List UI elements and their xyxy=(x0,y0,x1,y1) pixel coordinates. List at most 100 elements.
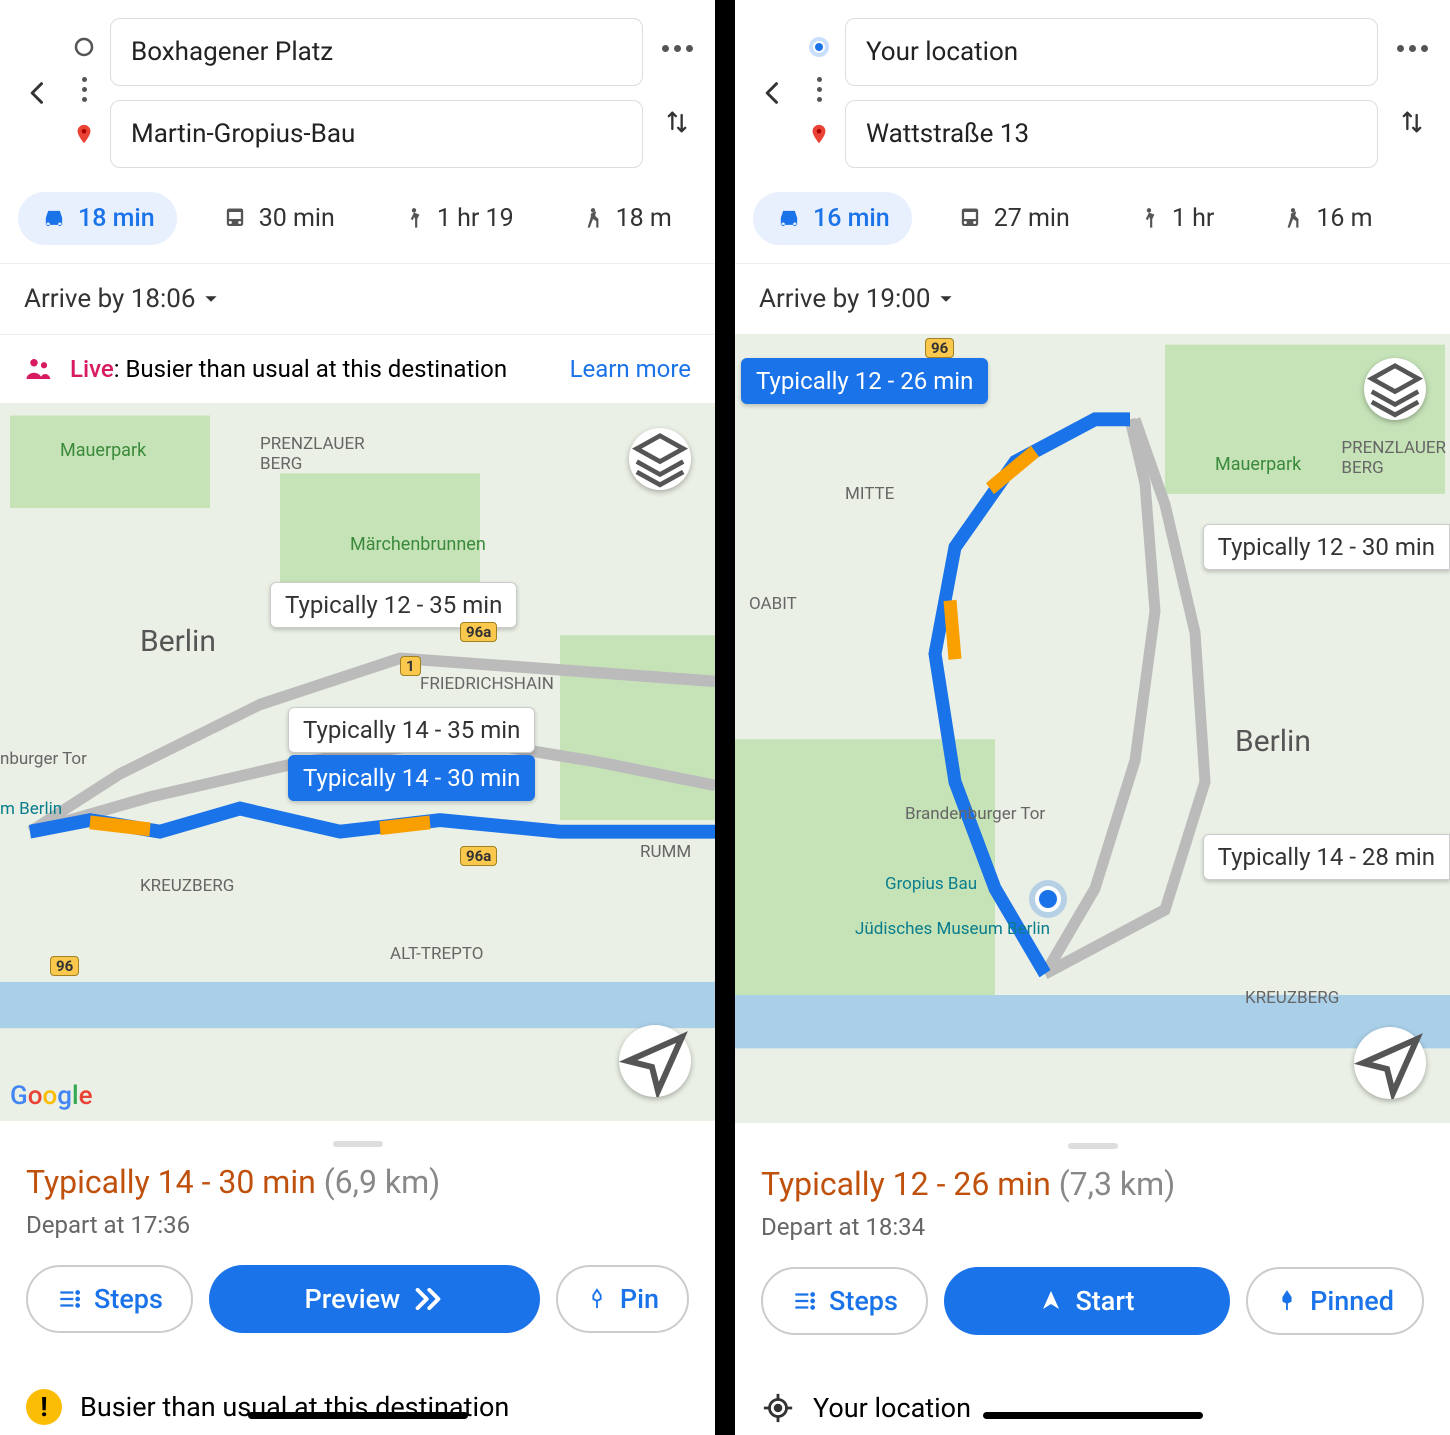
map-label-gropius: Gropius Bau xyxy=(885,874,977,894)
summary-distance: (6,9 km) xyxy=(324,1163,441,1201)
start-button[interactable]: Start xyxy=(944,1267,1230,1335)
map-label-tor: nburger Tor xyxy=(0,749,87,769)
map-label-mauerpark: Mauerpark xyxy=(60,440,146,461)
route-bubble-primary[interactable]: Typically 12 - 26 min xyxy=(741,358,988,404)
current-location-dot xyxy=(1035,886,1061,912)
mode-taxi[interactable]: 16 m xyxy=(1258,192,1394,245)
map-label-mitte: MITTE xyxy=(845,484,894,504)
recenter-button[interactable] xyxy=(1354,1027,1426,1099)
swap-button[interactable] xyxy=(657,102,697,142)
destination-field[interactable]: Wattstraße 13 xyxy=(845,100,1378,168)
map-layers-button[interactable] xyxy=(1364,358,1426,420)
bottom-info-row: Your location xyxy=(735,1365,1450,1435)
mode-taxi[interactable]: 18 m xyxy=(558,192,694,245)
back-button[interactable] xyxy=(18,73,58,113)
mode-transit-time: 30 min xyxy=(259,204,335,233)
road-badge: 96a xyxy=(460,622,497,642)
preview-label: Preview xyxy=(305,1283,401,1315)
warning-icon: ! xyxy=(26,1389,62,1425)
google-logo: Google xyxy=(10,1081,93,1111)
map-canvas[interactable]: Typically 12 - 26 min Typically 12 - 30 … xyxy=(735,334,1450,1123)
mode-car-time: 16 min xyxy=(813,204,890,233)
more-menu-button[interactable] xyxy=(1392,45,1432,52)
destination-pin-icon xyxy=(73,120,95,152)
pin-button[interactable]: Pin xyxy=(556,1265,689,1333)
steps-label: Steps xyxy=(829,1285,898,1317)
destination-field[interactable]: Martin-Gropius-Bau xyxy=(110,100,643,168)
road-badge: 1 xyxy=(400,656,421,676)
live-label: Live xyxy=(70,355,114,383)
crosshair-icon xyxy=(761,1391,795,1425)
map-label-mauerpark: Mauerpark xyxy=(1215,454,1301,475)
start-label: Start xyxy=(1075,1285,1134,1317)
live-busyness-banner: Live: Busier than usual at this destinat… xyxy=(0,334,715,404)
back-button[interactable] xyxy=(753,73,793,113)
map-label-mberlin: m Berlin xyxy=(0,799,62,819)
mode-taxi-time: 18 m xyxy=(616,204,672,233)
map-label-alttrepto: ALT-TREPTO xyxy=(390,944,484,964)
pinned-label: Pinned xyxy=(1310,1285,1394,1317)
map-label-oabit: OABIT xyxy=(749,594,797,614)
route-waypoint-dots-icon xyxy=(82,69,87,110)
more-menu-button[interactable] xyxy=(657,45,697,52)
left-screenshot: Boxhagener Platz Martin-Gropius-Bau 18 m… xyxy=(0,0,715,1435)
travel-mode-tabs: 16 min 27 min 1 hr 16 m xyxy=(735,168,1450,264)
map-label-kreuzberg: KREUZBERG xyxy=(140,876,234,896)
origin-location-icon xyxy=(807,35,831,59)
mode-car[interactable]: 16 min xyxy=(753,192,912,245)
road-badge: 96 xyxy=(50,956,79,976)
arrive-by-selector[interactable]: Arrive by 19:00 xyxy=(735,264,1450,334)
mode-transit[interactable]: 30 min xyxy=(199,192,357,245)
bottom-location-text: Your location xyxy=(813,1392,971,1424)
mode-car-time: 18 min xyxy=(78,204,155,233)
mode-taxi-time: 16 m xyxy=(1316,204,1372,233)
map-layers-button[interactable] xyxy=(629,428,691,490)
learn-more-link[interactable]: Learn more xyxy=(570,355,691,383)
crowd-icon xyxy=(24,354,54,384)
route-bubble-primary[interactable]: Typically 14 - 30 min xyxy=(288,755,535,801)
recenter-button[interactable] xyxy=(619,1025,691,1097)
pinned-button[interactable]: Pinned xyxy=(1246,1267,1424,1335)
summary-duration: Typically 14 - 30 min xyxy=(26,1163,316,1201)
origin-field[interactable]: Boxhagener Platz xyxy=(110,18,643,86)
mode-walk[interactable]: 1 hr xyxy=(1114,192,1237,245)
swap-button[interactable] xyxy=(1392,102,1432,142)
map-label-judisches: Jüdisches Museum Berlin xyxy=(855,919,1050,939)
steps-button[interactable]: Steps xyxy=(761,1267,928,1335)
map-label-kreuzberg: KREUZBERG xyxy=(1245,988,1339,1008)
map-label-marchen: Märchenbrunnen xyxy=(350,534,486,555)
route-bubble-alt2[interactable]: Typically 14 - 28 min xyxy=(1203,834,1450,880)
map-city-label: Berlin xyxy=(140,624,216,659)
mode-transit[interactable]: 27 min xyxy=(934,192,1092,245)
map-city-label: Berlin xyxy=(1235,724,1311,759)
arrive-by-text: Arrive by 18:06 xyxy=(24,284,196,314)
steps-button[interactable]: Steps xyxy=(26,1265,193,1333)
home-indicator xyxy=(248,1412,468,1419)
route-bottom-sheet[interactable]: Typically 12 - 26 min (7,3 km) Depart at… xyxy=(735,1123,1450,1365)
preview-button[interactable]: Preview xyxy=(209,1265,540,1333)
arrive-by-selector[interactable]: Arrive by 18:06 xyxy=(0,264,715,334)
origin-circle-icon xyxy=(72,35,96,59)
steps-label: Steps xyxy=(94,1283,163,1315)
route-bubble-alt1[interactable]: Typically 12 - 30 min xyxy=(1203,524,1450,570)
mode-walk[interactable]: 1 hr 19 xyxy=(379,192,536,245)
summary-distance: (7,3 km) xyxy=(1059,1165,1176,1203)
live-message: : Busier than usual at this destination xyxy=(114,355,507,383)
home-indicator xyxy=(983,1412,1203,1419)
mode-car[interactable]: 18 min xyxy=(18,192,177,245)
right-screenshot: Your location Wattstraße 13 16 min 27 mi… xyxy=(735,0,1450,1435)
travel-mode-tabs: 18 min 30 min 1 hr 19 18 m xyxy=(0,168,715,264)
sheet-handle[interactable] xyxy=(333,1141,383,1147)
route-bubble-alt2[interactable]: Typically 14 - 35 min xyxy=(288,707,535,753)
origin-field[interactable]: Your location xyxy=(845,18,1378,86)
map-canvas[interactable]: Berlin Mauerpark PRENZLAUER BERG Märchen… xyxy=(0,404,715,1121)
route-bottom-sheet[interactable]: Typically 14 - 30 min (6,9 km) Depart at… xyxy=(0,1121,715,1363)
mode-walk-time: 1 hr xyxy=(1172,204,1215,233)
arrive-by-text: Arrive by 19:00 xyxy=(759,284,931,314)
mode-transit-time: 27 min xyxy=(994,204,1070,233)
sheet-handle[interactable] xyxy=(1068,1143,1118,1149)
map-label-prenzlauer: PRENZLAUER BERG xyxy=(260,434,365,474)
bottom-info-row: ! Busier than usual at this destination xyxy=(0,1363,715,1435)
mode-walk-time: 1 hr 19 xyxy=(437,204,514,233)
road-badge: 96 xyxy=(925,338,954,358)
